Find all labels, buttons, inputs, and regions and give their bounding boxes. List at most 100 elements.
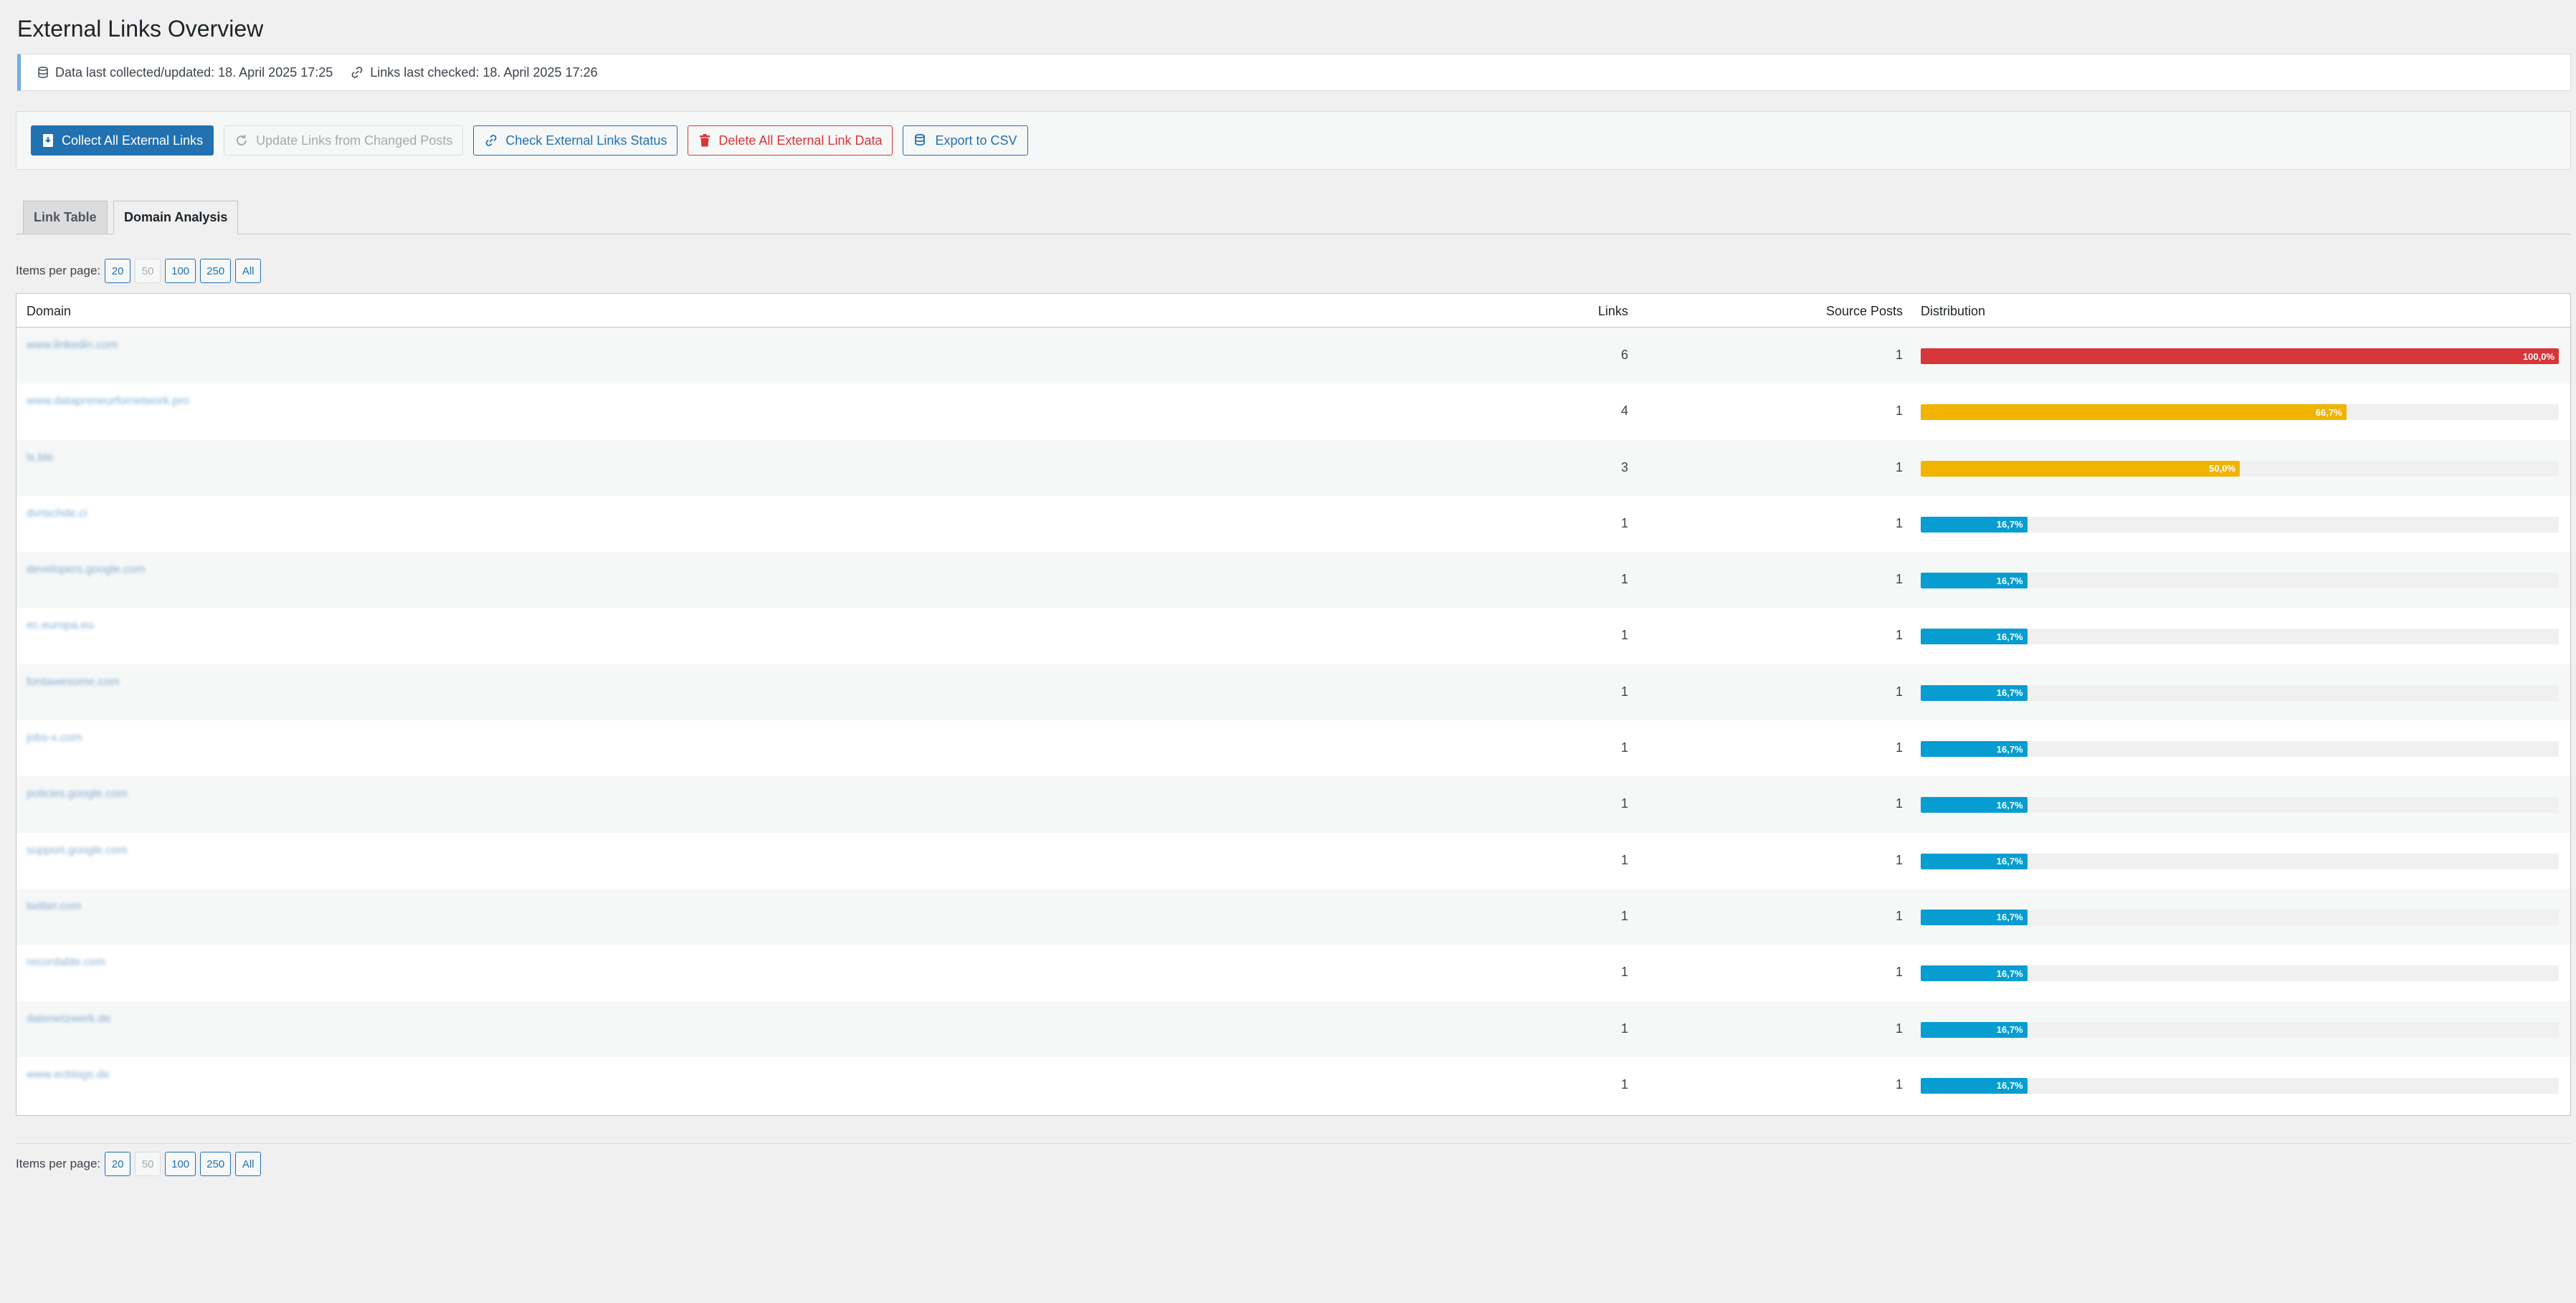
update-links-label: Update Links from Changed Posts (256, 133, 453, 148)
table-row: ec.europa.eu 1 1 16,7% (16, 608, 2570, 664)
per-page-all[interactable]: All (235, 259, 262, 283)
table-row: www.datapreneurfornetwork.pro 4 1 66,7% (16, 383, 2570, 440)
page: External Links Overview Data last collec… (0, 0, 2576, 1303)
items-per-page-bottom: Items per page: 20 50 100 250 All (16, 1151, 265, 1177)
collected-status: Data last collected/updated: 18. April 2… (37, 65, 333, 80)
domain-link[interactable]: jobs-x.com (27, 732, 82, 745)
header-source-posts[interactable]: Source Posts (1826, 304, 1903, 319)
domain-link[interactable]: www.ecblogs.de (27, 1069, 110, 1082)
distribution-bar: 16,7% (1921, 629, 2559, 645)
distribution-bar: 16,7% (1921, 797, 2559, 813)
domain-link[interactable]: fontawesome.com (27, 676, 120, 689)
domain-link[interactable]: policies.google.com (27, 788, 128, 801)
collected-text: Data last collected/updated: 18. April 2… (55, 65, 333, 80)
table-row: jobs-x.com 1 1 16,7% (16, 720, 2570, 777)
items-per-page-label: Items per page: (16, 264, 101, 277)
per-page-20[interactable]: 20 (105, 259, 131, 283)
domain-link[interactable]: ec.europa.eu (27, 619, 93, 632)
tab-bar: Link Table Domain Analysis (16, 201, 2571, 234)
domain-link[interactable]: developers.google.com (27, 563, 145, 576)
tab-domain-analysis[interactable]: Domain Analysis (113, 201, 239, 234)
divider (16, 1143, 2571, 1144)
collect-links-label: Collect All External Links (62, 133, 204, 148)
table-row: support.google.com 1 1 16,7% (16, 832, 2570, 889)
distribution-fill: 16,7% (1921, 853, 2028, 869)
domain-link[interactable]: www.linkedin.com (27, 339, 118, 352)
per-page-250[interactable]: 250 (200, 1152, 232, 1176)
links-count: 1 (1620, 908, 1628, 923)
checked-text: Links last checked: 18. April 2025 17:26 (370, 65, 598, 80)
table-body: www.linkedin.com 6 1 100,0% www.datapreneurf… (16, 328, 2570, 1114)
checked-status: Links last checked: 18. April 2025 17:26 (350, 65, 598, 80)
status-notice: Data last collected/updated: 18. April 2… (17, 54, 2571, 91)
links-count: 6 (1620, 348, 1628, 362)
distribution-fill: 16,7% (1921, 797, 2028, 813)
distribution-bar: 100,0% (1921, 348, 2559, 364)
distribution-fill: 16,7% (1921, 684, 2028, 701)
per-page-20[interactable]: 20 (105, 1152, 131, 1176)
source-posts-count: 1 (1895, 740, 1903, 755)
link-icon (485, 135, 497, 146)
database-icon (915, 133, 926, 146)
distribution-fill: 100,0% (1921, 348, 2559, 364)
action-toolbar: Collect All External Links Update Links … (16, 111, 2571, 170)
export-csv-label: Export to CSV (935, 133, 1017, 148)
per-page-50[interactable]: 50 (135, 259, 161, 283)
domain-link[interactable]: dvrischde.ci (27, 507, 87, 520)
source-posts-count: 1 (1895, 852, 1903, 867)
source-posts-count: 1 (1895, 1077, 1903, 1092)
table-header: Domain Links Source Posts Distribution (16, 294, 2570, 328)
distribution-fill: 16,7% (1921, 629, 2028, 645)
distribution-fill: 16,7% (1921, 1021, 2028, 1038)
tab-link-table[interactable]: Link Table (23, 201, 108, 234)
distribution-bar: 16,7% (1921, 573, 2559, 589)
distribution-bar: 16,7% (1921, 965, 2559, 982)
source-posts-count: 1 (1895, 515, 1903, 530)
domain-link[interactable]: www.datapreneurfornetwork.pro (27, 395, 189, 408)
header-domain[interactable]: Domain (27, 304, 71, 319)
source-posts-count: 1 (1895, 348, 1903, 362)
header-distribution: Distribution (1921, 304, 1986, 318)
links-count: 1 (1620, 515, 1628, 530)
links-count: 1 (1620, 1077, 1628, 1092)
links-count: 1 (1620, 684, 1628, 699)
table-row: twitter.com 1 1 16,7% (16, 888, 2570, 945)
domain-link[interactable]: datenetzwerk.de (27, 1013, 110, 1026)
check-status-button[interactable]: Check External Links Status (473, 125, 678, 156)
per-page-50[interactable]: 50 (135, 1152, 161, 1176)
table-row: recordable.com 1 1 16,7% (16, 945, 2570, 1001)
domain-link[interactable]: lx.ble (27, 452, 53, 464)
distribution-fill: 16,7% (1921, 573, 2028, 589)
header-links[interactable]: Links (1598, 304, 1628, 319)
delete-data-label: Delete All External Link Data (718, 133, 883, 148)
delete-data-button[interactable]: Delete All External Link Data (688, 125, 893, 156)
collect-links-button[interactable]: Collect All External Links (31, 125, 214, 156)
distribution-bar: 16,7% (1921, 684, 2559, 701)
distribution-bar: 16,7% (1921, 853, 2559, 869)
distribution-fill: 16,7% (1921, 516, 2028, 533)
distribution-bar: 50,0% (1921, 460, 2559, 477)
distribution-bar: 16,7% (1921, 909, 2559, 925)
distribution-fill: 16,7% (1921, 741, 2028, 758)
export-csv-button[interactable]: Export to CSV (903, 125, 1028, 156)
page-title: External Links Overview (17, 16, 264, 42)
links-count: 1 (1620, 965, 1628, 980)
table-row: www.linkedin.com 6 1 100,0% (16, 328, 2570, 384)
source-posts-count: 1 (1895, 572, 1903, 587)
table-row: policies.google.com 1 1 16,7% (16, 776, 2570, 833)
per-page-250[interactable]: 250 (200, 259, 232, 283)
check-status-label: Check External Links Status (505, 133, 667, 148)
domain-link[interactable]: recordable.com (27, 956, 105, 969)
per-page-100[interactable]: 100 (165, 259, 196, 283)
table-row: fontawesome.com 1 1 16,7% (16, 664, 2570, 721)
distribution-bar: 16,7% (1921, 1077, 2559, 1094)
source-posts-count: 1 (1895, 459, 1903, 474)
domain-link[interactable]: support.google.com (27, 844, 128, 857)
update-links-button[interactable]: Update Links from Changed Posts (224, 125, 464, 156)
per-page-all[interactable]: All (235, 1152, 262, 1176)
links-count: 4 (1620, 404, 1628, 419)
per-page-100[interactable]: 100 (165, 1152, 196, 1176)
distribution-fill: 16,7% (1921, 1077, 2028, 1094)
domain-link[interactable]: twitter.com (27, 900, 81, 913)
links-count: 1 (1620, 1021, 1628, 1036)
